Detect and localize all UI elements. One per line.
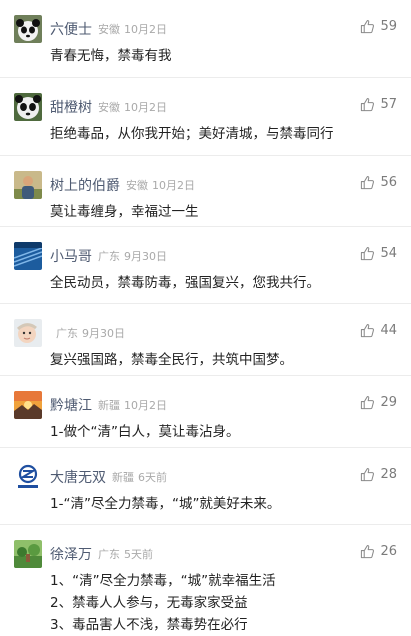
comment-meta: 新疆 10月2日 [98,397,167,413]
like-count: 28 [380,467,397,482]
comment-item: 徐泽万 广东 5天前 26 1、“清”尽全力禁毒，“城”就幸福生活 2、禁毒人人参… [0,525,411,633]
nickname[interactable]: 树上的伯爵 [50,175,120,195]
nickname[interactable]: 大唐无双 [50,467,106,487]
comment-item: 树上的伯爵 安徽 10月2日 56 莫让毒缠身，幸福过一生 [0,156,411,227]
like-count: 44 [380,323,397,338]
nickname[interactable]: 黔塘江 [50,395,92,415]
thumbs-up-icon [361,396,375,410]
location: 安徽 [126,179,148,192]
location: 广东 [98,250,120,263]
comment-list: 六便士 安徽 10月2日 59 青春无悔，禁毒有我 甜橙树 安徽 10月2日 57 … [0,0,411,633]
thumbs-up-icon [361,176,375,190]
location: 广东 [98,548,120,561]
date: 9月30日 [82,327,125,340]
date: 10月2日 [124,101,167,114]
nickname[interactable]: 小马哥 [50,246,92,266]
date: 6天前 [138,471,167,484]
comment-text: 拒绝毒品，从你我开始；美好清城，与禁毒同行 [50,126,334,142]
date: 10月2日 [124,23,167,36]
comment-meta: 广东 9月30日 [98,248,167,264]
avatar-logo[interactable] [14,463,42,491]
nickname[interactable]: 徐泽万 [50,544,92,564]
like-count: 56 [380,175,397,190]
comment-meta: 新疆 6天前 [112,469,167,485]
like-button[interactable]: 59 [360,19,397,34]
like-button[interactable]: 56 [360,175,397,190]
date: 10月2日 [124,399,167,412]
comment-item: 大唐无双 新疆 6天前 28 1-“清”尽全力禁毒，“城”就美好未来。 [0,448,411,525]
comment-item: 广东 9月30日 44 复兴强国路，禁毒全民行，共筑中国梦。 [0,304,411,376]
comment-item: 六便士 安徽 10月2日 59 青春无悔，禁毒有我 [0,0,411,78]
avatar-panda[interactable] [14,15,42,43]
like-count: 54 [380,246,397,261]
like-count: 29 [380,395,397,410]
date: 9月30日 [124,250,167,263]
comment-text: 复兴强国路，禁毒全民行，共筑中国梦。 [50,352,293,368]
like-button[interactable]: 57 [360,97,397,112]
comment-meta: 广东 9月30日 [56,325,125,341]
thumbs-up-icon [361,324,375,338]
thumbs-up-icon [361,247,375,261]
like-button[interactable]: 26 [360,544,397,559]
like-button[interactable]: 54 [360,246,397,261]
date: 5天前 [124,548,153,561]
comment-item: 甜橙树 安徽 10月2日 57 拒绝毒品，从你我开始；美好清城，与禁毒同行 [0,78,411,156]
location: 安徽 [98,23,120,36]
thumbs-up-icon [361,98,375,112]
thumbs-up-icon [361,468,375,482]
like-button[interactable]: 28 [360,467,397,482]
like-count: 57 [380,97,397,112]
avatar-panda[interactable] [14,93,42,121]
location: 广东 [56,327,78,340]
comment-text: 1-做个“清”白人，莫让毒沾身。 [50,424,240,440]
date: 10月2日 [152,179,195,192]
comment-text: 青春无悔，禁毒有我 [50,48,172,64]
comment-item: 黔塘江 新疆 10月2日 29 1-做个“清”白人，莫让毒沾身。 [0,376,411,448]
like-button[interactable]: 29 [360,395,397,410]
like-button[interactable]: 44 [360,323,397,338]
comment-item: 小马哥 广东 9月30日 54 全民动员，禁毒防毒，强国复兴，您我共行。 [0,227,411,304]
comment-text: 全民动员，禁毒防毒，强国复兴，您我共行。 [50,275,320,291]
location: 新疆 [112,471,134,484]
thumbs-up-icon [361,20,375,34]
comment-text: 1、“清”尽全力禁毒，“城”就幸福生活 2、禁毒人人参与，无毒家家受益 3、毒品… [50,573,276,633]
thumbs-up-icon [361,545,375,559]
nickname[interactable]: 甜橙树 [50,97,92,117]
like-count: 59 [380,19,397,34]
comment-meta: 安徽 10月2日 [126,177,195,193]
location: 新疆 [98,399,120,412]
like-count: 26 [380,544,397,559]
nickname[interactable]: 六便士 [50,19,92,39]
comment-meta: 安徽 10月2日 [98,99,167,115]
comment-meta: 安徽 10月2日 [98,21,167,37]
location: 安徽 [98,101,120,114]
comment-text: 1-“清”尽全力禁毒，“城”就美好未来。 [50,496,281,512]
avatar-blue-lines[interactable] [14,242,42,270]
avatar-baby[interactable] [14,319,42,347]
avatar-sunset[interactable] [14,391,42,419]
comment-meta: 广东 5天前 [98,546,153,562]
avatar-portrait[interactable] [14,171,42,199]
comment-text: 莫让毒缠身，幸福过一生 [50,204,199,220]
avatar-garden[interactable] [14,540,42,568]
